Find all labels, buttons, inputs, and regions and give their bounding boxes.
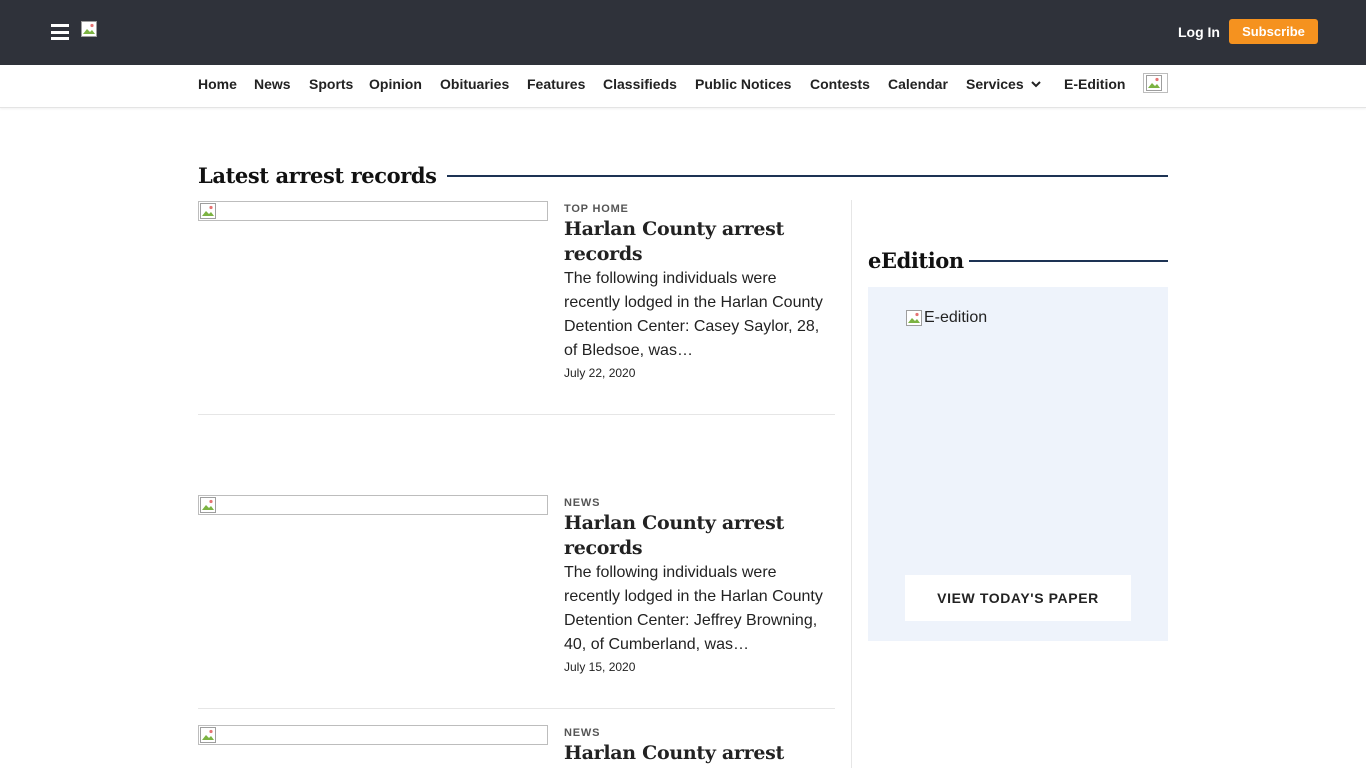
article-headline[interactable]: Harlan County arrest records (564, 511, 824, 561)
article-image[interactable] (198, 725, 548, 745)
login-link[interactable]: Log In (1178, 23, 1220, 41)
article-kicker[interactable]: NEWS (564, 497, 600, 510)
article-summary: The following individuals were recently … (564, 270, 823, 359)
column-separator (851, 200, 852, 768)
broken-image-icon (1146, 75, 1162, 91)
section-title: Latest arrest records (198, 163, 447, 189)
article-kicker[interactable]: NEWS (564, 727, 600, 740)
nav-item-features[interactable]: Features (527, 76, 585, 92)
article-image[interactable] (198, 495, 548, 515)
heading-rule (969, 260, 1168, 262)
nav-item-calendar[interactable]: Calendar (888, 76, 948, 92)
article-date: July 15, 2020 (564, 660, 636, 674)
eedition-panel: E-edition VIEW TODAY'S PAPER (868, 287, 1168, 641)
hamburger-menu-icon[interactable] (51, 24, 69, 40)
nav-image[interactable] (1143, 73, 1168, 93)
site-logo[interactable] (81, 21, 97, 37)
broken-image-icon (200, 727, 216, 743)
view-todays-paper-button[interactable]: VIEW TODAY'S PAPER (905, 575, 1131, 621)
sidebar-title: eEdition (868, 248, 964, 273)
nav-item-sports[interactable]: Sports (309, 76, 353, 92)
article-image[interactable] (198, 201, 548, 221)
heading-rule (430, 175, 1168, 177)
broken-image-icon (200, 497, 216, 513)
nav-item-obituaries[interactable]: Obituaries (440, 76, 509, 92)
nav-item-public-notices[interactable]: Public Notices (695, 76, 791, 92)
nav-item-contests[interactable]: Contests (810, 76, 870, 92)
nav-item-services[interactable]: Services (966, 76, 1024, 92)
subscribe-button[interactable]: Subscribe (1229, 19, 1318, 44)
section-heading: Latest arrest records (198, 163, 1168, 189)
nav-item-news[interactable]: News (254, 76, 291, 92)
nav-item-classifieds[interactable]: Classifieds (603, 76, 677, 92)
nav-item-e-edition[interactable]: E-Edition (1064, 76, 1125, 92)
broken-image-icon (906, 310, 922, 326)
article-divider (198, 708, 835, 709)
chevron-down-icon[interactable] (1031, 79, 1041, 89)
eedition-image-alt: E-edition (924, 309, 988, 326)
top-bar: Log In Subscribe (0, 0, 1366, 65)
article-headline[interactable]: Harlan County arrest records (564, 217, 824, 267)
main-nav: Home News Sports Opinion Obituaries Feat… (0, 65, 1366, 108)
broken-image-icon (81, 21, 97, 37)
nav-item-opinion[interactable]: Opinion (369, 76, 422, 92)
article-date: July 22, 2020 (564, 366, 636, 380)
article-kicker[interactable]: TOP HOME (564, 203, 629, 216)
eedition-image[interactable]: E-edition (906, 308, 987, 328)
article-summary: The following individuals were recently … (564, 564, 823, 653)
broken-image-icon (200, 203, 216, 219)
sidebar-heading: eEdition (868, 248, 1168, 274)
article-divider (198, 414, 835, 415)
article-headline[interactable]: Harlan County arrest records (564, 741, 824, 768)
nav-item-home[interactable]: Home (198, 76, 237, 92)
